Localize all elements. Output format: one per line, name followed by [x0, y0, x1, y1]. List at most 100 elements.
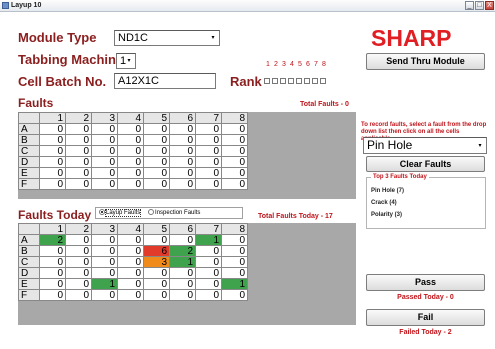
grid-cell[interactable]: 0 [65, 123, 92, 135]
grid-cell[interactable]: 0 [39, 134, 66, 146]
grid-cell[interactable]: 0 [143, 156, 170, 168]
grid-cell[interactable]: 1 [221, 278, 248, 290]
grid-cell[interactable]: 0 [39, 145, 66, 157]
grid-cell[interactable]: 0 [195, 123, 222, 135]
grid-cell[interactable]: 0 [65, 156, 92, 168]
grid-cell[interactable]: 0 [91, 256, 118, 268]
grid-cell[interactable]: 0 [169, 289, 196, 301]
clear-faults-button[interactable]: Clear Faults [366, 156, 485, 172]
grid-cell[interactable]: 0 [117, 278, 144, 290]
grid-cell[interactable]: 0 [91, 245, 118, 257]
grid-cell[interactable]: 1 [195, 234, 222, 246]
grid-cell[interactable]: 0 [117, 234, 144, 246]
grid-cell[interactable]: 0 [195, 156, 222, 168]
grid-cell[interactable]: 3 [143, 256, 170, 268]
grid-cell[interactable]: 0 [143, 145, 170, 157]
maximize-button[interactable]: □ [475, 1, 484, 10]
grid-cell[interactable]: 0 [91, 178, 118, 190]
rank-checkbox[interactable] [304, 78, 310, 84]
grid-cell[interactable]: 0 [117, 167, 144, 179]
grid-cell[interactable]: 6 [143, 245, 170, 257]
grid-cell[interactable]: 2 [39, 234, 66, 246]
grid-cell[interactable]: 0 [169, 234, 196, 246]
grid-cell[interactable]: 0 [195, 145, 222, 157]
grid-cell[interactable]: 0 [195, 267, 222, 279]
grid-cell[interactable]: 0 [169, 267, 196, 279]
grid-cell[interactable]: 0 [39, 267, 66, 279]
grid-cell[interactable]: 0 [221, 267, 248, 279]
grid-cell[interactable]: 0 [117, 156, 144, 168]
grid-cell[interactable]: 0 [91, 267, 118, 279]
grid-cell[interactable]: 0 [143, 234, 170, 246]
grid-cell[interactable]: 0 [39, 289, 66, 301]
fail-button[interactable]: Fail [366, 309, 485, 326]
grid-cell[interactable]: 1 [169, 256, 196, 268]
tabbing-machine-select[interactable]: 1 ▾ [116, 53, 136, 69]
grid-cell[interactable]: 0 [65, 167, 92, 179]
grid-cell[interactable]: 0 [169, 123, 196, 135]
grid-cell[interactable]: 0 [117, 289, 144, 301]
grid-cell[interactable]: 0 [65, 278, 92, 290]
grid-cell[interactable]: 0 [39, 167, 66, 179]
rank-checkbox[interactable] [280, 78, 286, 84]
grid-cell[interactable]: 0 [65, 145, 92, 157]
rank-checkbox[interactable] [264, 78, 270, 84]
grid-cell[interactable]: 0 [39, 278, 66, 290]
grid-cell[interactable]: 0 [169, 156, 196, 168]
grid-cell[interactable]: 0 [117, 245, 144, 257]
grid-cell[interactable]: 0 [39, 178, 66, 190]
cell-batch-input[interactable]: A12X1C [114, 73, 216, 89]
grid-cell[interactable]: 0 [195, 178, 222, 190]
grid-cell[interactable]: 0 [169, 167, 196, 179]
close-button[interactable]: X [485, 1, 494, 10]
grid-cell[interactable]: 0 [91, 156, 118, 168]
rank-checkbox[interactable] [272, 78, 278, 84]
grid-cell[interactable]: 0 [169, 278, 196, 290]
grid-cell[interactable]: 0 [91, 167, 118, 179]
grid-cell[interactable]: 0 [195, 278, 222, 290]
grid-cell[interactable]: 0 [91, 289, 118, 301]
grid-cell[interactable]: 0 [117, 123, 144, 135]
grid-cell[interactable]: 0 [195, 245, 222, 257]
grid-cell[interactable]: 0 [221, 178, 248, 190]
grid-cell[interactable]: 0 [195, 167, 222, 179]
grid-cell[interactable]: 0 [195, 134, 222, 146]
radio-inspection-faults[interactable]: Inspection Faults [148, 208, 200, 218]
grid-cell[interactable]: 0 [143, 267, 170, 279]
rank-checkbox[interactable] [312, 78, 318, 84]
grid-cell[interactable]: 0 [91, 145, 118, 157]
rank-checkbox[interactable] [320, 78, 326, 84]
grid-cell[interactable]: 0 [221, 234, 248, 246]
grid-cell[interactable]: 0 [65, 267, 92, 279]
grid-cell[interactable]: 0 [39, 245, 66, 257]
grid-cell[interactable]: 0 [91, 134, 118, 146]
grid-cell[interactable]: 0 [143, 289, 170, 301]
grid-cell[interactable]: 0 [117, 256, 144, 268]
radio-layup-faults[interactable]: Layup Faults [99, 208, 142, 218]
grid-cell[interactable]: 0 [195, 256, 222, 268]
grid-cell[interactable]: 0 [195, 289, 222, 301]
grid-cell[interactable]: 0 [143, 134, 170, 146]
grid-cell[interactable]: 0 [117, 145, 144, 157]
grid-cell[interactable]: 0 [169, 145, 196, 157]
rank-checkbox[interactable] [296, 78, 302, 84]
grid-cell[interactable]: 0 [221, 145, 248, 157]
grid-cell[interactable]: 0 [143, 178, 170, 190]
grid-cell[interactable]: 2 [169, 245, 196, 257]
grid-cell[interactable]: 0 [91, 234, 118, 246]
grid-cell[interactable]: 0 [221, 167, 248, 179]
grid-cell[interactable]: 0 [221, 123, 248, 135]
grid-cell[interactable]: 0 [65, 289, 92, 301]
grid-cell[interactable]: 0 [143, 123, 170, 135]
grid-cell[interactable]: 0 [39, 256, 66, 268]
module-type-select[interactable]: ND1C ▾ [114, 30, 220, 46]
grid-cell[interactable]: 0 [91, 123, 118, 135]
grid-cell[interactable]: 0 [65, 256, 92, 268]
grid-cell[interactable]: 0 [117, 178, 144, 190]
grid-cell[interactable]: 0 [65, 234, 92, 246]
grid-cell[interactable]: 0 [39, 123, 66, 135]
grid-cell[interactable]: 0 [117, 134, 144, 146]
grid-cell[interactable]: 0 [221, 289, 248, 301]
minimize-button[interactable]: _ [465, 1, 474, 10]
grid-cell[interactable]: 0 [143, 278, 170, 290]
